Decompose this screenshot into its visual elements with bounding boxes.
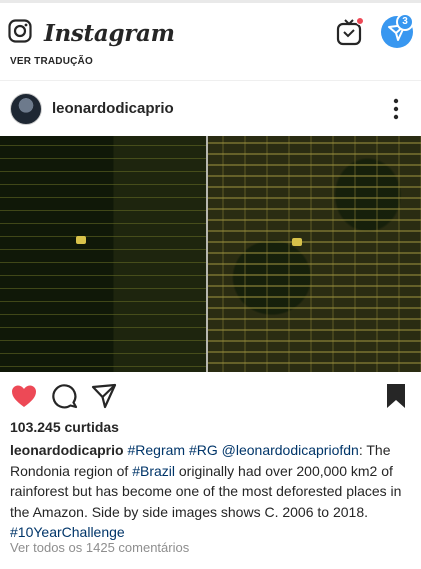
save-bookmark-icon[interactable] [382,382,410,410]
divider [0,80,421,81]
mention-leonardodicapriofdn[interactable]: @leonardodicapriofdn [222,442,359,458]
status-divider [0,0,421,3]
like-count[interactable]: 103.245 curtidas [10,419,119,435]
igtv-icon[interactable] [336,17,364,46]
town-marker [76,236,86,244]
see-translation-link[interactable]: VER TRADUÇÃO [10,56,93,67]
post-actions [0,378,421,414]
hashtag-regram[interactable]: #Regram [127,442,185,458]
post-header: leonardodicaprio [0,88,421,130]
post-caption: leonardodicaprio #Regram #RG @leonardodi… [10,440,415,543]
comment-icon[interactable] [51,382,79,410]
view-all-comments-link[interactable]: Ver todos os 1425 comentários [10,540,189,555]
hashtag-rg[interactable]: #RG [189,442,218,458]
hashtag-brazil[interactable]: #Brazil [132,463,175,479]
satellite-image-2006 [0,136,206,372]
post-username[interactable]: leonardodicaprio [52,100,174,117]
app-header: Instagram 3 [0,6,421,52]
like-heart-icon[interactable] [10,382,38,410]
post-image[interactable] [0,136,421,372]
instagram-logo: Instagram [44,20,175,47]
satellite-image-2018 [208,136,421,372]
image-divider [206,136,208,372]
share-icon[interactable] [90,382,118,410]
hashtag-10yearchallenge[interactable]: #10YearChallenge [10,524,125,540]
town-marker [292,238,302,246]
igtv-notification-dot [356,17,364,25]
more-options-icon[interactable] [390,97,402,121]
camera-icon[interactable] [8,19,32,43]
avatar[interactable] [10,93,42,125]
dm-count-badge: 3 [396,13,414,31]
caption-username[interactable]: leonardodicaprio [10,442,124,458]
